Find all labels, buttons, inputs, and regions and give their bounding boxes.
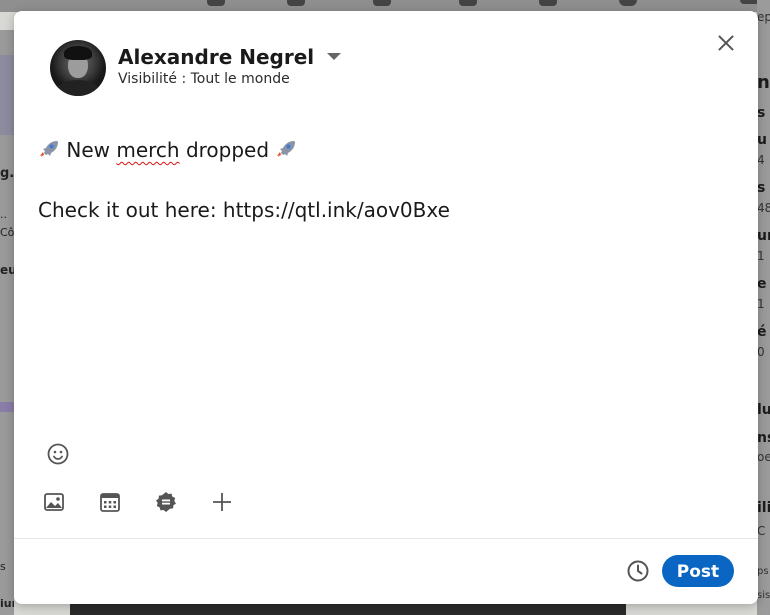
me-avatar-icon xyxy=(619,0,637,6)
background-right-text: C xyxy=(757,524,766,538)
create-post-dialog: Alexandre Negrel Visibilité : Tout le mo… xyxy=(14,11,758,604)
notifications-icon xyxy=(539,0,557,6)
background-right-text: ep xyxy=(757,10,770,24)
background-left-text: ium xyxy=(0,597,14,610)
rocket-icon xyxy=(38,138,60,160)
background-left-banner-2 xyxy=(0,402,14,412)
background-right-text: oe xyxy=(757,450,770,464)
background-right-text: 4 xyxy=(757,153,765,167)
background-left-text: .. xyxy=(0,208,7,221)
plus-icon[interactable] xyxy=(210,490,234,514)
background-right-text: lu xyxy=(757,402,770,418)
background-right-text: s l xyxy=(757,180,770,196)
background-right-text: 48 xyxy=(757,201,770,215)
background-right-text: ps xyxy=(757,566,769,577)
badge-icon[interactable] xyxy=(154,490,178,514)
background-left-column: g.. .. Côt eux s ium xyxy=(0,30,14,615)
background-right-text: e c xyxy=(757,276,770,292)
background-left-text: Côt xyxy=(0,226,14,239)
chevron-down-icon[interactable] xyxy=(327,53,341,60)
post-text-segment: dropped xyxy=(179,138,270,162)
post-text-line: Check it out here: https://qtl.ink/aov0B… xyxy=(38,198,450,222)
background-left-text: eux xyxy=(0,263,14,277)
misspelled-word: merch xyxy=(116,138,180,162)
close-icon[interactable] xyxy=(712,29,740,57)
background-right-text: 1 xyxy=(757,249,765,263)
post-button[interactable]: Post xyxy=(662,555,734,587)
post-text-line: New merch dropped xyxy=(38,135,297,165)
background-right-text: 1 xyxy=(757,297,765,311)
background-right-text: ns xyxy=(757,430,770,446)
background-right-text: n xyxy=(757,72,770,93)
visibility-setting[interactable]: Visibilité : Tout le monde xyxy=(118,71,290,87)
author-avatar xyxy=(50,40,106,96)
background-right-text: é xyxy=(757,324,767,340)
background-right-text: s a xyxy=(757,105,770,121)
emoji-smile-icon[interactable] xyxy=(46,442,70,466)
background-right-text: sis xyxy=(757,590,770,601)
calendar-icon[interactable] xyxy=(98,490,122,514)
background-left-banner xyxy=(0,55,14,135)
background-left-text: s xyxy=(0,560,6,573)
messaging-icon xyxy=(459,0,477,6)
network-icon xyxy=(287,0,305,6)
background-right-text: 0 xyxy=(757,345,765,359)
background-left-text: g.. xyxy=(0,166,14,181)
post-text-segment: New xyxy=(66,138,117,162)
image-icon[interactable] xyxy=(42,490,66,514)
background-right-text: ili xyxy=(757,500,770,516)
clock-icon[interactable] xyxy=(626,559,650,583)
author-name[interactable]: Alexandre Negrel xyxy=(118,45,314,69)
home-icon xyxy=(207,0,225,6)
background-right-text: ur xyxy=(757,228,770,244)
jobs-icon xyxy=(373,0,391,6)
post-text-editor[interactable]: New merch dropped Check it out here: htt… xyxy=(38,135,728,425)
footer-divider xyxy=(14,538,758,539)
background-right-column: ep n s a u g 4 s l 48 ur 1 e c 1 é 0 lu … xyxy=(757,0,770,615)
background-right-text: u g xyxy=(757,132,770,148)
rocket-icon xyxy=(275,138,297,160)
